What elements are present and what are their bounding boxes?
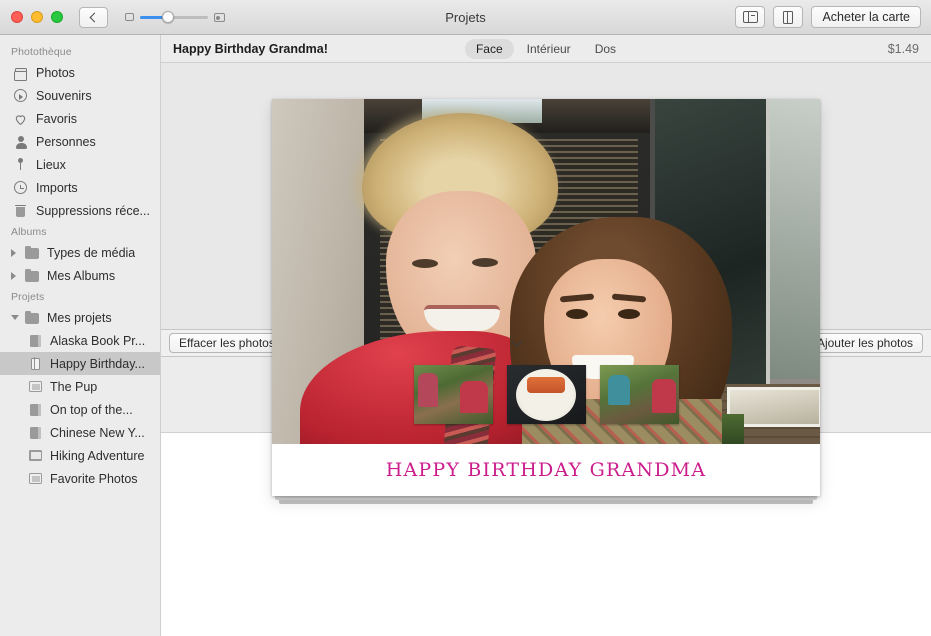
folder-icon xyxy=(24,245,39,260)
sidebar-item-label: Favorite Photos xyxy=(50,472,138,486)
card-preview-button[interactable] xyxy=(773,6,803,28)
clock-icon xyxy=(13,180,28,195)
card-preview-icon xyxy=(783,11,793,24)
tab-interieur[interactable]: Intérieur xyxy=(516,39,582,59)
sidebar-item-on-top-of-the[interactable]: On top of the... xyxy=(0,398,160,421)
price-label: $1.49 xyxy=(888,42,919,56)
card-wrapper: HAPPY BIRTHDAY GRANDMA xyxy=(272,99,820,496)
disclosure-triangle-icon[interactable] xyxy=(11,272,16,280)
slideshow-icon xyxy=(28,379,43,394)
sidebar-item-happy-birthday[interactable]: Happy Birthday... xyxy=(0,352,160,375)
memories-icon xyxy=(13,88,28,103)
heart-icon xyxy=(13,111,28,126)
sidebar-item-label: Mes projets xyxy=(47,311,112,325)
card-caption-text[interactable]: HAPPY BIRTHDAY GRANDMA xyxy=(386,459,707,481)
sidebar-item-label: Photos xyxy=(36,66,75,80)
greeting-card[interactable]: HAPPY BIRTHDAY GRANDMA xyxy=(272,99,820,496)
sidebar-item-label: The Pup xyxy=(50,380,97,394)
buy-card-button[interactable]: Acheter la carte xyxy=(811,6,921,28)
sidebar-item-the-pup[interactable]: The Pup xyxy=(0,375,160,398)
folder-icon xyxy=(24,268,39,283)
sidebar-item-souvenirs[interactable]: Souvenirs xyxy=(0,84,160,107)
folder-icon xyxy=(24,310,39,325)
zoom-slider-knob[interactable] xyxy=(162,11,174,23)
chevron-left-icon xyxy=(90,12,100,22)
sidebar-item-label: Happy Birthday... xyxy=(50,357,145,371)
sidebar-item-lieux[interactable]: Lieux xyxy=(0,153,160,176)
back-button[interactable] xyxy=(79,7,108,28)
zoom-button[interactable] xyxy=(51,11,63,23)
disclosure-triangle-icon[interactable] xyxy=(11,315,19,320)
page-title: Happy Birthday Grandma! xyxy=(173,42,328,56)
sidebar-item-favorite-photos[interactable]: Favorite Photos xyxy=(0,467,160,490)
print-icon xyxy=(28,448,43,463)
sidebar-item-label: Souvenirs xyxy=(36,89,92,103)
sidebar-item-chinese-new-year[interactable]: Chinese New Y... xyxy=(0,421,160,444)
traffic-lights xyxy=(11,11,63,23)
sidebar-item-label: Suppressions réce... xyxy=(36,204,150,218)
window-body: Photothèque Photos Souvenirs Favoris Per… xyxy=(0,35,931,636)
tab-dos[interactable]: Dos xyxy=(584,39,627,59)
map-pin-icon xyxy=(13,157,28,172)
photos-window: Projets Acheter la carte Photothèque Pho… xyxy=(0,0,931,636)
sidebar: Photothèque Photos Souvenirs Favoris Per… xyxy=(0,35,161,636)
layout-panel-icon xyxy=(743,11,758,23)
filmstrip-thumbnail[interactable] xyxy=(414,365,493,424)
sidebar-item-label: Types de média xyxy=(47,246,135,260)
slideshow-icon xyxy=(28,471,43,486)
add-photos-button[interactable]: Ajouter les photos xyxy=(807,333,923,353)
project-header-bar: Happy Birthday Grandma! Face Intérieur D… xyxy=(161,35,931,63)
filmstrip-thumbnail[interactable] xyxy=(600,365,679,424)
sidebar-item-imports[interactable]: Imports xyxy=(0,176,160,199)
sidebar-item-types-de-media[interactable]: Types de média xyxy=(0,241,160,264)
large-thumbnail-icon xyxy=(214,13,225,22)
person-icon xyxy=(13,134,28,149)
sidebar-item-favoris[interactable]: Favoris xyxy=(0,107,160,130)
book-icon xyxy=(28,333,43,348)
sidebar-section-header-albums: Albums xyxy=(0,222,160,241)
disclosure-triangle-icon[interactable] xyxy=(11,249,16,257)
card-stage: HAPPY BIRTHDAY GRANDMA xyxy=(161,63,931,303)
minimize-button[interactable] xyxy=(31,11,43,23)
toolbar-right-group: Acheter la carte xyxy=(735,6,921,28)
filmstrip-thumbnail[interactable] xyxy=(507,365,586,424)
title-bar: Projets Acheter la carte xyxy=(0,0,931,35)
sidebar-item-label: Lieux xyxy=(36,158,66,172)
sidebar-item-label: Hiking Adventure xyxy=(50,449,145,463)
sidebar-item-suppressions-recentes[interactable]: Suppressions réce... xyxy=(0,199,160,222)
sidebar-item-photos[interactable]: Photos xyxy=(0,61,160,84)
book-icon xyxy=(28,425,43,440)
sidebar-item-label: On top of the... xyxy=(50,403,133,417)
sidebar-item-alaska-book[interactable]: Alaska Book Pr... xyxy=(0,329,160,352)
photos-stack-icon xyxy=(13,65,28,80)
book-icon xyxy=(28,402,43,417)
card-icon xyxy=(28,356,43,371)
sidebar-item-label: Chinese New Y... xyxy=(50,426,145,440)
sidebar-item-hiking-adventure[interactable]: Hiking Adventure xyxy=(0,444,160,467)
sidebar-item-label: Personnes xyxy=(36,135,96,149)
tab-face[interactable]: Face xyxy=(465,39,514,59)
sidebar-item-label: Favoris xyxy=(36,112,77,126)
sidebar-item-label: Alaska Book Pr... xyxy=(50,334,145,348)
sidebar-item-label: Imports xyxy=(36,181,78,195)
zoom-slider[interactable] xyxy=(125,13,225,22)
trash-icon xyxy=(13,203,28,218)
sidebar-item-mes-albums[interactable]: Mes Albums xyxy=(0,264,160,287)
layout-panel-button[interactable] xyxy=(735,6,765,28)
sidebar-item-mes-projets[interactable]: Mes projets xyxy=(0,306,160,329)
sidebar-section-header-projets: Projets xyxy=(0,287,160,306)
content-area: Happy Birthday Grandma! Face Intérieur D… xyxy=(161,35,931,636)
close-button[interactable] xyxy=(11,11,23,23)
small-thumbnail-icon xyxy=(125,13,134,21)
zoom-slider-track[interactable] xyxy=(140,16,208,19)
sidebar-section-header-photothèque: Photothèque xyxy=(0,42,160,61)
card-caption-band: HAPPY BIRTHDAY GRANDMA xyxy=(272,444,820,496)
sidebar-item-label: Mes Albums xyxy=(47,269,115,283)
sidebar-item-personnes[interactable]: Personnes xyxy=(0,130,160,153)
